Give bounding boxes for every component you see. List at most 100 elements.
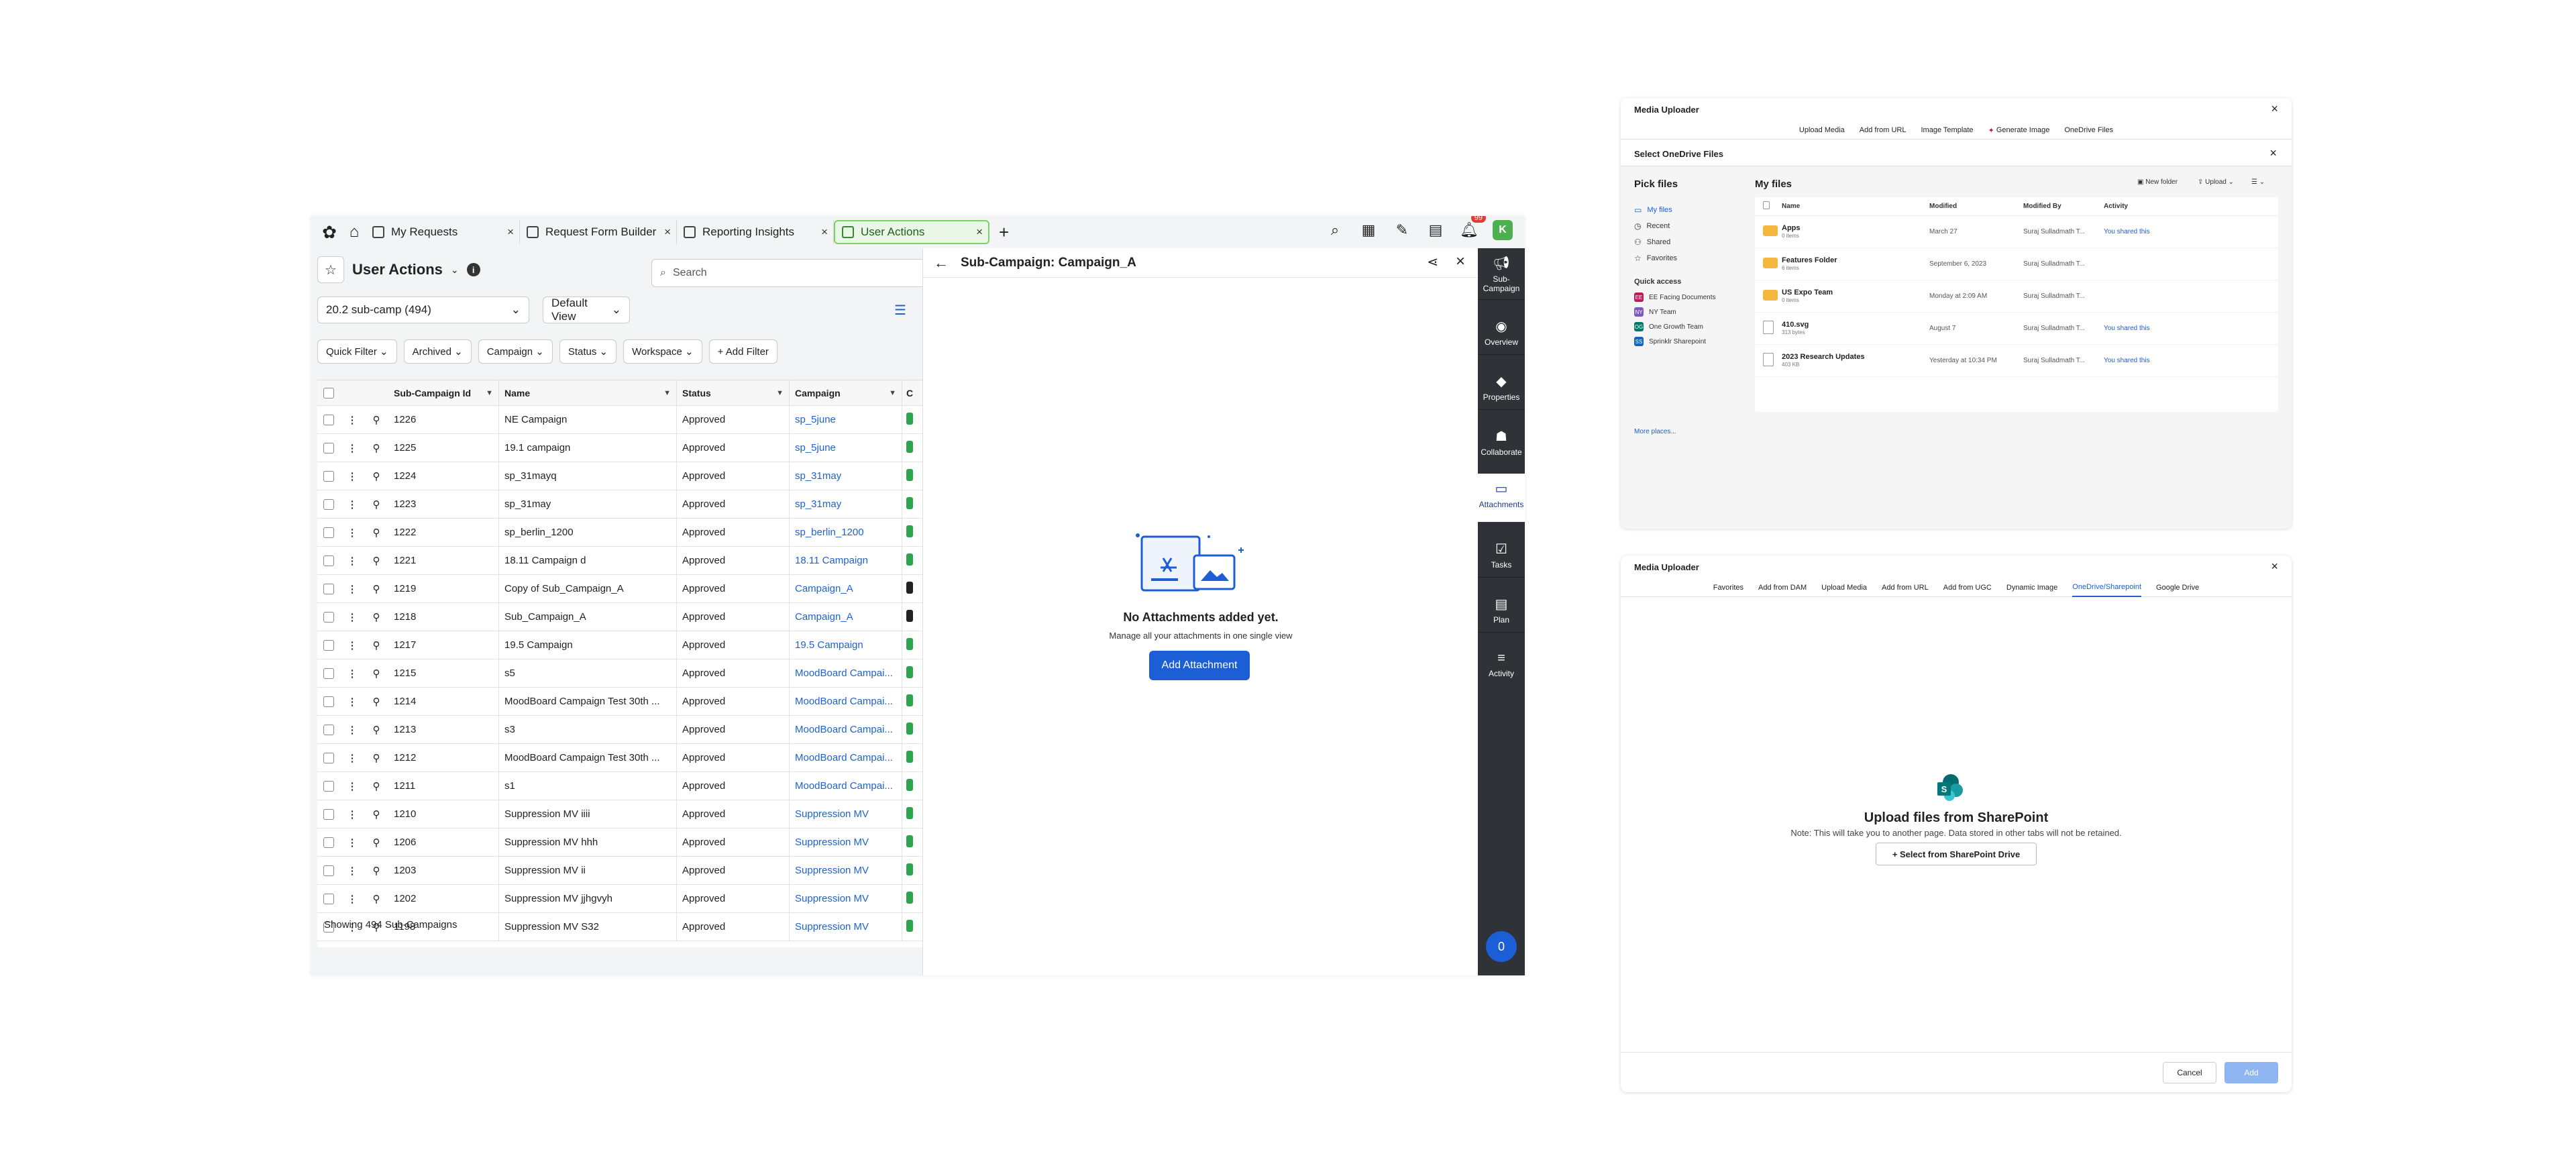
cell-campaign-link[interactable]: MoodBoard Campai... <box>790 659 902 687</box>
row-action-icon[interactable]: ⚲ <box>364 583 388 595</box>
table-row[interactable]: ⋮ ⚲ 1224 sp_31mayq Approved sp_31may <box>317 462 922 490</box>
cell-campaign-link[interactable]: Suppression MV <box>790 885 902 912</box>
select-all-checkbox[interactable] <box>323 387 334 398</box>
cell-campaign-link[interactable]: MoodBoard Campai... <box>790 772 902 800</box>
row-checkbox[interactable] <box>323 865 334 876</box>
more-options-icon[interactable]: ⋮ <box>340 442 364 454</box>
table-row[interactable]: ⋮ ⚲ 1225 19.1 campaign Approved sp_5june <box>317 434 922 462</box>
row-action-icon[interactable]: ⚲ <box>364 527 388 539</box>
uploader-tab[interactable]: OneDrive/Sharepoint <box>2072 578 2142 597</box>
chevron-down-icon[interactable]: ⌄ <box>451 264 459 276</box>
close-icon[interactable]: × <box>1456 252 1465 271</box>
row-action-icon[interactable]: ⚲ <box>364 696 388 708</box>
table-row[interactable]: ⋮ ⚲ 1218 Sub_Campaign_A Approved Campaign_A <box>317 603 922 631</box>
close-icon[interactable]: × <box>2271 559 2278 574</box>
quick-access-item[interactable]: SS Sprinklr Sharepoint <box>1634 337 1706 346</box>
table-row[interactable]: ⋮ ⚲ 1215 s5 Approved MoodBoard Campai... <box>317 659 922 688</box>
more-options-icon[interactable]: ⋮ <box>340 724 364 736</box>
star-icon[interactable]: ☆ <box>317 256 344 283</box>
tab-user-actions[interactable]: User Actions × <box>834 220 989 244</box>
more-options-icon[interactable]: ⋮ <box>340 414 364 426</box>
list-view-icon[interactable]: ☰ <box>894 302 906 319</box>
row-checkbox[interactable] <box>323 470 334 482</box>
nav-my-files[interactable]: ▭ My files <box>1634 205 1672 215</box>
more-options-icon[interactable]: ⋮ <box>340 583 364 595</box>
close-icon[interactable]: × <box>507 225 514 239</box>
row-action-icon[interactable]: ⚲ <box>364 498 388 511</box>
view-options-icon[interactable]: ☰ ⌄ <box>2251 178 2265 186</box>
cell-campaign-link[interactable]: Suppression MV <box>790 857 902 884</box>
row-action-icon[interactable]: ⚲ <box>364 865 388 877</box>
row-checkbox[interactable] <box>323 837 334 848</box>
cell-campaign-link[interactable]: MoodBoard Campai... <box>790 744 902 771</box>
edit-icon[interactable]: ✎ <box>1392 220 1412 240</box>
home-icon[interactable]: ⌂ <box>343 219 366 246</box>
row-checkbox[interactable] <box>323 808 334 820</box>
uploader-tab[interactable]: Dynamic Image <box>2006 578 2057 597</box>
row-checkbox[interactable] <box>323 639 334 651</box>
row-checkbox[interactable] <box>323 414 334 425</box>
sort-caret-icon[interactable]: ▼ <box>486 389 493 397</box>
row-checkbox[interactable] <box>323 893 334 904</box>
share-icon[interactable]: ⋖ <box>1427 254 1438 270</box>
sort-caret-icon[interactable]: ▼ <box>889 389 896 397</box>
bell-icon[interactable]: 🔔︎ 99 <box>1459 216 1486 240</box>
close-icon[interactable]: × <box>2269 146 2277 160</box>
tab-image-template[interactable]: Image Template <box>1921 121 1973 140</box>
more-options-icon[interactable]: ⋮ <box>340 611 364 623</box>
more-options-icon[interactable]: ⋮ <box>340 808 364 820</box>
close-icon[interactable]: × <box>2271 102 2278 116</box>
row-checkbox[interactable] <box>323 752 334 763</box>
row-action-icon[interactable]: ⚲ <box>364 724 388 736</box>
sort-caret-icon[interactable]: ▼ <box>663 389 671 397</box>
cell-campaign-link[interactable]: Suppression MV <box>790 913 902 941</box>
new-tab-icon[interactable]: + <box>999 222 1009 243</box>
cell-campaign-link[interactable]: MoodBoard Campai... <box>790 716 902 743</box>
row-action-icon[interactable]: ⚲ <box>364 668 388 680</box>
cell-campaign-link[interactable]: Suppression MV <box>790 829 902 856</box>
tab-reporting-insights[interactable]: Reporting Insights × <box>677 220 834 244</box>
quick-access-item[interactable]: EE EE Facing Documents <box>1634 292 1716 302</box>
calendar-icon[interactable]: ▤ <box>1426 220 1446 240</box>
table-row[interactable]: ⋮ ⚲ 1210 Suppression MV iiii Approved Suppres… <box>317 800 922 829</box>
cell-campaign-link[interactable]: sp_5june <box>790 406 902 433</box>
row-checkbox[interactable] <box>323 724 334 735</box>
tab-upload-media[interactable]: Upload Media <box>1799 121 1845 140</box>
campaign-filter-button[interactable]: Campaign ⌄ <box>478 339 553 364</box>
more-options-icon[interactable]: ⋮ <box>340 498 364 511</box>
more-options-icon[interactable]: ⋮ <box>340 865 364 877</box>
default-view-select[interactable]: Default View ⌄ <box>543 297 630 323</box>
cell-campaign-link[interactable]: 19.5 Campaign <box>790 631 902 659</box>
workspace-filter-button[interactable]: Workspace ⌄ <box>623 339 702 364</box>
row-checkbox[interactable] <box>323 611 334 623</box>
row-action-icon[interactable]: ⚲ <box>364 470 388 482</box>
uploader-tab[interactable]: Upload Media <box>1821 578 1867 597</box>
file-row[interactable]: 410.svg 313 bytes August 7 Suraj Sulladmath… <box>1755 313 2278 345</box>
row-action-icon[interactable]: ⚲ <box>364 611 388 623</box>
table-row[interactable]: ⋮ ⚲ 1203 Suppression MV ii Approved Suppressi… <box>317 857 922 885</box>
search-input[interactable]: ⌕ Search <box>651 259 933 287</box>
rail-item-sub-campaign[interactable]: 📢︎ Sub-Campaign <box>1478 255 1525 293</box>
quick-filter-button[interactable]: Quick Filter ⌄ <box>317 339 397 364</box>
row-action-icon[interactable]: ⚲ <box>364 837 388 849</box>
cell-campaign-link[interactable]: sp_31may <box>790 462 902 490</box>
assistant-icon[interactable]: 0 <box>1486 931 1517 962</box>
new-folder-button[interactable]: ▣ New folder <box>2137 178 2178 186</box>
more-options-icon[interactable]: ⋮ <box>340 893 364 905</box>
add-attachment-button[interactable]: Add Attachment <box>1149 651 1250 680</box>
uploader-tab[interactable]: Add from URL <box>1882 578 1929 597</box>
table-row[interactable]: ⋮ ⚲ 1217 19.5 Campaign Approved 19.5 Campaign <box>317 631 922 659</box>
more-options-icon[interactable]: ⋮ <box>340 696 364 708</box>
info-icon[interactable]: i <box>466 263 480 276</box>
uploader-tab[interactable]: Add from UGC <box>1943 578 1992 597</box>
close-icon[interactable]: × <box>821 225 828 239</box>
add-filter-button[interactable]: + Add Filter <box>708 339 777 364</box>
row-action-icon[interactable]: ⚲ <box>364 442 388 454</box>
close-icon[interactable]: × <box>976 225 983 239</box>
table-row[interactable]: ⋮ ⚲ 1226 NE Campaign Approved sp_5june <box>317 406 922 434</box>
cell-campaign-link[interactable]: sp_31may <box>790 490 902 518</box>
row-action-icon[interactable]: ⚲ <box>364 555 388 567</box>
more-options-icon[interactable]: ⋮ <box>340 527 364 539</box>
table-row[interactable]: ⋮ ⚲ 1214 MoodBoard Campaign Test 30th ... Ap… <box>317 688 922 716</box>
file-row[interactable]: US Expo Team 0 items Monday at 2:09 AM Sura… <box>1755 280 2278 313</box>
